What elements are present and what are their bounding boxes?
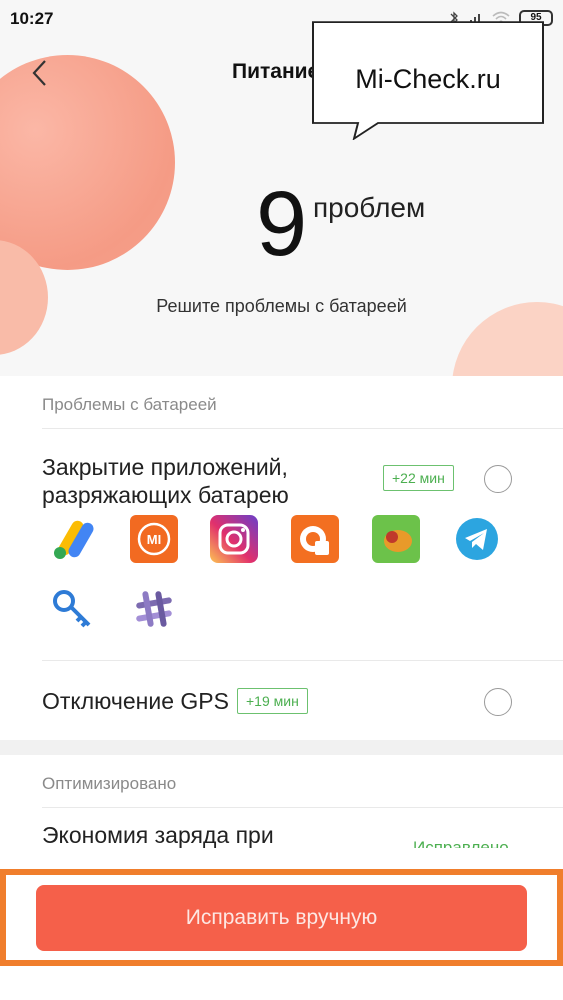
svg-text:MI: MI (147, 532, 161, 547)
item-gps-title: Отключение GPS (42, 688, 229, 714)
item-close-apps-title-line1: Закрытие приложений, (42, 454, 288, 480)
divider (42, 428, 563, 429)
page-title: Питание (232, 60, 320, 83)
close-apps-radio[interactable] (484, 465, 512, 493)
hero-subtitle: Решите проблемы с батареей (156, 296, 407, 316)
divider (42, 660, 563, 661)
mi-remote-icon: MI (130, 515, 178, 563)
google-ads-icon (54, 520, 94, 559)
section-label-optimized: Оптимизировано (42, 774, 177, 793)
telegram-icon (456, 518, 498, 560)
section-label-battery: Проблемы с батареей (42, 395, 217, 414)
back-icon[interactable] (28, 58, 54, 88)
podcast-app-icon (291, 515, 339, 563)
fix-manually-button[interactable]: Исправить вручную (36, 885, 527, 951)
problem-count: 9 (256, 173, 308, 275)
instagram-icon (210, 515, 258, 563)
problem-count-label: проблем (313, 192, 426, 223)
item-close-apps-title-line2: разряжающих батарею (42, 482, 289, 508)
key-app-icon (53, 590, 91, 628)
gps-radio[interactable] (484, 688, 512, 716)
slack-icon (136, 591, 172, 627)
time-gain-badge: +22 мин (383, 465, 454, 491)
status-time: 10:27 (10, 9, 54, 28)
time-gain-badge: +19 мин (237, 688, 308, 714)
decor-circle (0, 55, 175, 270)
divider (42, 807, 563, 808)
section-separator (0, 740, 563, 755)
item-power-saving-title: Экономия заряда при (42, 822, 274, 848)
watermark-text: Mi-Check.ru (355, 64, 501, 94)
green-game-icon (372, 515, 420, 563)
